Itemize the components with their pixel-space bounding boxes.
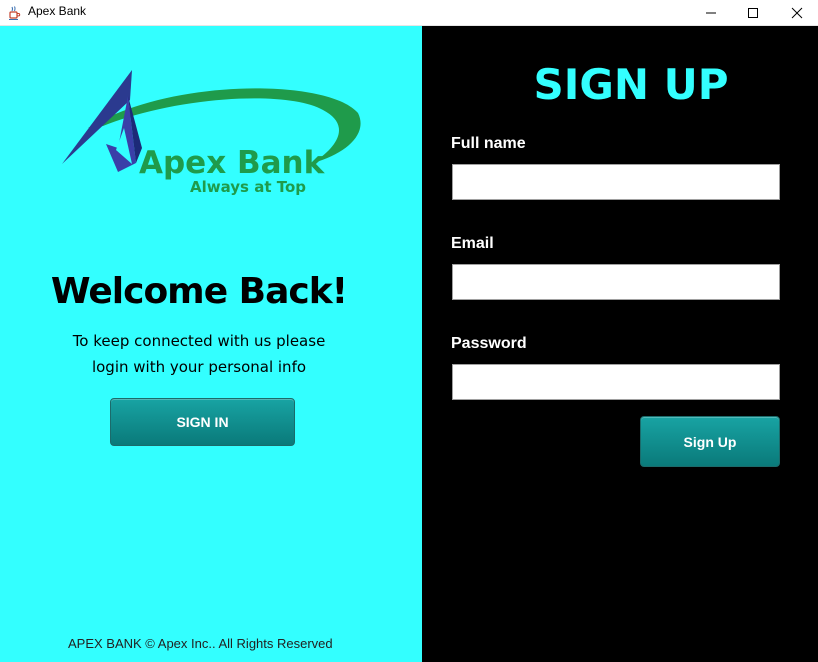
full-name-input[interactable] (452, 164, 780, 200)
maximize-button[interactable] (730, 0, 776, 26)
copyright-footer: APEX BANK © Apex Inc.. All Rights Reserv… (68, 636, 333, 651)
password-label: Password (451, 335, 527, 352)
window-titlebar: Apex Bank (0, 0, 818, 26)
welcome-info-line-2: login with your personal info (91, 358, 307, 376)
logo-tagline: Always at Top (190, 178, 306, 196)
welcome-info-line-1: To keep connected with us please (72, 332, 326, 350)
logo-name: Apex Bank (139, 145, 325, 181)
minimize-button[interactable] (688, 0, 734, 26)
window-title: Apex Bank (28, 4, 87, 18)
welcome-heading: Welcome Back! (50, 271, 348, 312)
maximize-icon (748, 8, 758, 18)
minimize-icon (706, 12, 716, 14)
email-label: Email (451, 235, 494, 252)
close-button[interactable] (774, 0, 818, 26)
sign-in-button[interactable]: SIGN IN (110, 398, 295, 446)
email-input[interactable] (452, 264, 780, 300)
password-input[interactable] (452, 364, 780, 400)
sign-up-button[interactable]: Sign Up (640, 416, 780, 467)
full-name-label: Full name (451, 135, 526, 152)
java-cup-icon (6, 5, 22, 21)
close-icon (791, 7, 803, 19)
signup-title: SIGN UP (533, 60, 729, 109)
